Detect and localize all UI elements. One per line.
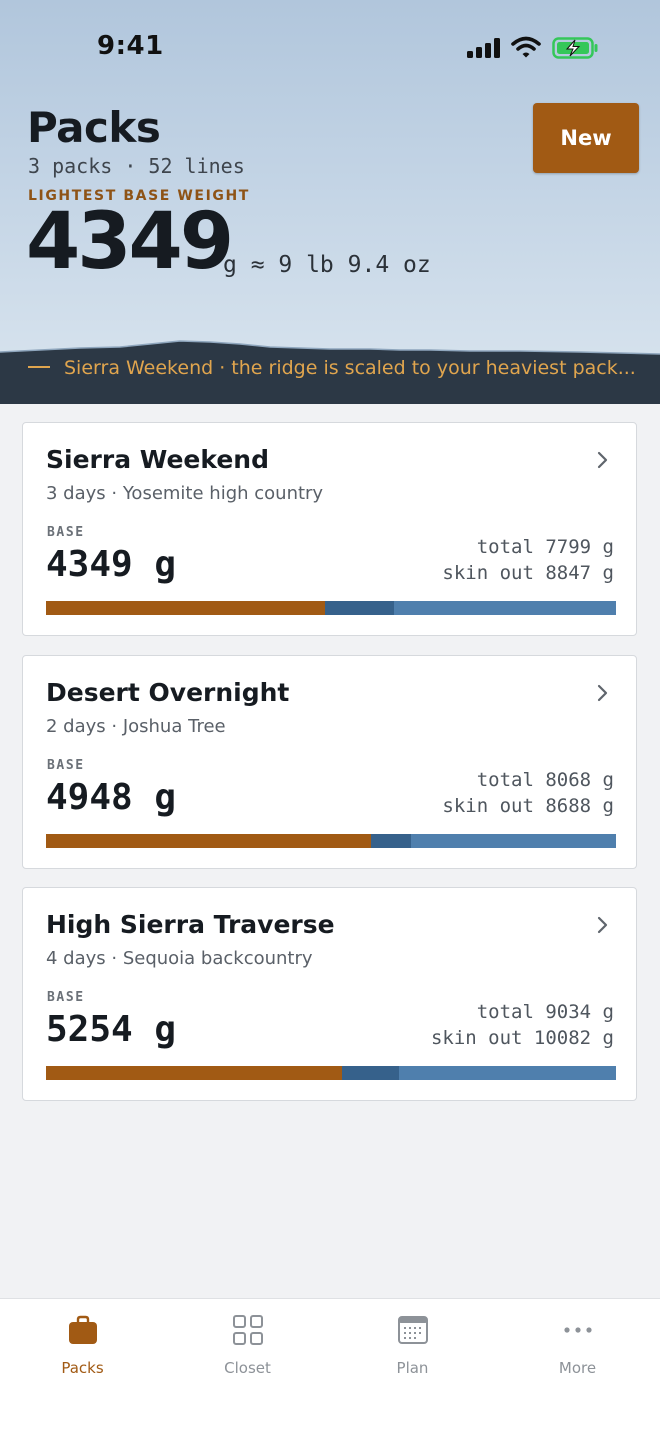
ridge-caption: Sierra Weekend · the ridge is scaled to … xyxy=(28,357,660,379)
chevron-right-icon xyxy=(597,916,608,934)
tab-label: More xyxy=(558,1359,597,1377)
consumable-segment xyxy=(342,1066,400,1080)
base-segment xyxy=(46,834,371,848)
tab-packs[interactable]: Packs xyxy=(0,1299,165,1399)
more-icon xyxy=(564,1327,592,1333)
status-bar: 9:41 xyxy=(0,0,660,96)
tab-closet[interactable]: Closet xyxy=(165,1299,330,1399)
weight-breakdown-bar xyxy=(46,834,616,848)
weight-breakdown-bar xyxy=(46,1066,616,1080)
pack-meta: 4 days · Sequoia backcountry xyxy=(46,948,313,969)
total-weight: total 7799 g xyxy=(476,536,614,558)
worn-segment xyxy=(410,834,616,848)
cellular-signal-icon xyxy=(467,38,500,58)
base-label: BASE xyxy=(47,758,85,773)
pack-name: Sierra Weekend xyxy=(46,445,269,474)
pack-card[interactable]: Desert Overnight 2 days · Joshua Tree BA… xyxy=(22,655,637,869)
weight-breakdown-bar xyxy=(46,601,616,615)
page-title: Packs xyxy=(27,103,161,152)
pack-summary: 3 packs · 52 lines xyxy=(28,154,245,178)
base-weight: 4349 g xyxy=(46,544,177,585)
new-pack-button[interactable]: New xyxy=(533,103,639,173)
base-segment xyxy=(46,601,326,615)
tab-label: Closet xyxy=(224,1359,271,1377)
skin-out-weight: skin out 8847 g xyxy=(442,562,614,584)
lightest-base-weight-value: 4349 xyxy=(26,197,234,287)
tab-bar: Packs Closet Plan More xyxy=(0,1298,660,1434)
lightest-base-weight-conversion: g ≈ 9 lb 9.4 oz xyxy=(223,252,431,278)
worn-segment xyxy=(393,601,616,615)
base-segment xyxy=(46,1066,343,1080)
skin-out-weight: skin out 10082 g xyxy=(430,1027,614,1049)
grid-icon xyxy=(233,1315,263,1345)
pack-name: Desert Overnight xyxy=(46,678,290,707)
pack-card[interactable]: Sierra Weekend 3 days · Yosemite high co… xyxy=(22,422,637,636)
chevron-right-icon xyxy=(597,684,608,702)
base-label: BASE xyxy=(47,990,85,1005)
pack-card[interactable]: High Sierra Traverse 4 days · Sequoia ba… xyxy=(22,887,637,1101)
consumable-segment xyxy=(325,601,394,615)
pack-name: High Sierra Traverse xyxy=(46,910,335,939)
total-weight: total 8068 g xyxy=(476,769,614,791)
ridge-caption-text: Sierra Weekend · the ridge is scaled to … xyxy=(64,357,636,379)
bag-icon xyxy=(69,1315,97,1344)
total-weight: total 9034 g xyxy=(476,1001,614,1023)
pack-meta: 3 days · Yosemite high country xyxy=(46,483,324,504)
tab-more[interactable]: More xyxy=(495,1299,660,1399)
base-label: BASE xyxy=(47,525,85,540)
skin-out-weight: skin out 8688 g xyxy=(442,795,614,817)
base-weight: 5254 g xyxy=(46,1009,177,1050)
worn-segment xyxy=(399,1066,616,1080)
status-time: 9:41 xyxy=(97,31,164,61)
wifi-icon xyxy=(511,36,541,58)
chevron-right-icon xyxy=(597,451,608,469)
tab-label: Plan xyxy=(396,1359,429,1377)
consumable-segment xyxy=(370,834,411,848)
battery-charging-icon xyxy=(552,37,598,59)
base-weight: 4948 g xyxy=(46,777,177,818)
calendar-icon xyxy=(398,1316,428,1344)
ridge-legend-dash xyxy=(28,365,50,368)
tab-plan[interactable]: Plan xyxy=(330,1299,495,1399)
tab-label: Packs xyxy=(61,1359,104,1377)
hero-header: 9:41 Packs 3 packs · 52 lines LIGHTEST B… xyxy=(0,0,660,404)
pack-meta: 2 days · Joshua Tree xyxy=(46,716,226,737)
